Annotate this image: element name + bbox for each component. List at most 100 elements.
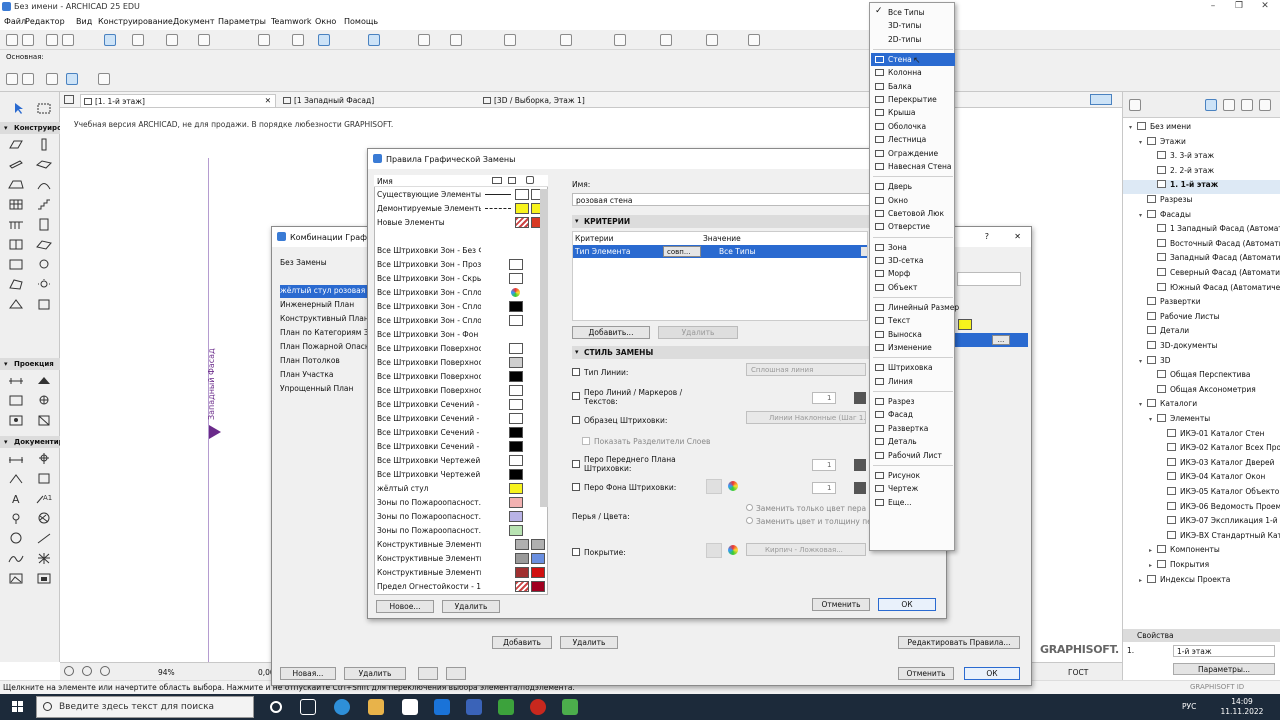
navigator-item[interactable]: Детали: [1123, 326, 1280, 340]
store-icon[interactable]: [402, 699, 418, 715]
label-tool-icon[interactable]: A1: [36, 492, 52, 505]
navigator-item[interactable]: ИКЭ-03 Каталог Дверей: [1123, 457, 1280, 472]
properties-value-field[interactable]: 1-й этаж: [1173, 645, 1275, 657]
rule-item[interactable]: [375, 230, 547, 244]
combination-item[interactable]: Упрощенный План: [280, 383, 370, 396]
menu-item[interactable]: Текст: [871, 314, 955, 327]
new-rule-button[interactable]: Новое...: [376, 600, 434, 613]
input-language[interactable]: РУС: [1182, 702, 1196, 711]
menu-item[interactable]: Навесная Стена: [871, 160, 955, 173]
new-combination-button[interactable]: Новая...: [280, 667, 336, 680]
fg-pen-checkbox[interactable]: [572, 460, 580, 468]
surface-checkbox[interactable]: [572, 548, 580, 556]
export-combination-icon[interactable]: [446, 667, 466, 680]
menu-window[interactable]: Окно: [315, 17, 336, 26]
column-tool-icon[interactable]: [36, 138, 52, 151]
combination-item[interactable]: План Участка: [280, 369, 370, 382]
project-map-icon[interactable]: [1205, 99, 1217, 111]
menu-item[interactable]: Объект: [871, 281, 955, 294]
navigator-item[interactable]: Общая Аксонометрия: [1123, 384, 1280, 399]
layout-book-icon[interactable]: [1241, 99, 1253, 111]
bg-pen-field[interactable]: 1: [812, 482, 836, 494]
criteria-operator-dropdown[interactable]: совп...: [663, 246, 701, 257]
rule-item[interactable]: Зоны по Пожароопасност...: [375, 510, 547, 524]
combo-rule-row[interactable]: ...: [948, 333, 1028, 347]
combination-item[interactable]: Без Замены: [280, 257, 370, 270]
menu-design[interactable]: Конструирование: [98, 17, 173, 26]
menu-item[interactable]: Деталь: [871, 435, 955, 448]
delete-combination-button[interactable]: Удалить: [344, 667, 406, 680]
menu-item[interactable]: Чертеж: [871, 482, 955, 495]
combination-item[interactable]: План Потолков: [280, 355, 370, 368]
menu-options[interactable]: Параметры: [218, 17, 266, 26]
rule-item[interactable]: Все Штриховки Зон - Без Ф...: [375, 244, 547, 258]
undo-zoom-icon[interactable]: [64, 666, 74, 676]
menu-teamwork[interactable]: Teamwork: [271, 17, 312, 26]
menu-item[interactable]: Морф: [871, 267, 955, 280]
criteria-row[interactable]: Тип Элемента совп... Все Типы: [573, 245, 867, 258]
navigator-item[interactable]: 2. 2-й этаж: [1123, 165, 1280, 180]
grid-snap-icon[interactable]: [198, 34, 210, 46]
pick-up-icon[interactable]: [46, 34, 58, 46]
navigator-item[interactable]: ▸ Компоненты: [1123, 545, 1280, 559]
combinations-close-button[interactable]: ✕: [1014, 232, 1021, 241]
zone-tool-icon[interactable]: [8, 278, 24, 291]
menu-item[interactable]: 3D-сетка: [871, 254, 955, 267]
navigator-item[interactable]: ИКЭ-05 Каталог Объектов: [1123, 487, 1280, 501]
section-documentation[interactable]: ▾ Документир: [0, 436, 64, 448]
view-menu-icon[interactable]: [1090, 94, 1112, 105]
menu-item[interactable]: Перекрытие: [871, 93, 955, 106]
navigator-item[interactable]: ИКЭ-ВХ Стандартный Каталог: [1123, 530, 1280, 545]
bg-pen-mode-icon[interactable]: [706, 479, 722, 494]
lock-icon[interactable]: [292, 34, 304, 46]
pen-lines-checkbox[interactable]: [572, 392, 580, 400]
zoom-out-icon[interactable]: [100, 666, 110, 676]
combinations-ok-button[interactable]: ОК: [964, 667, 1020, 680]
drawing-tool-icon[interactable]: [36, 572, 52, 585]
navigator-item[interactable]: ▸ Индексы Проекта: [1123, 574, 1280, 589]
zone-stamp-icon[interactable]: [8, 512, 24, 525]
bg-pen-checkbox[interactable]: [572, 483, 580, 491]
twisty-icon[interactable]: ▸: [1149, 562, 1157, 569]
navigator-item[interactable]: ▾ Этажи: [1123, 136, 1280, 151]
rule-item[interactable]: Все Штриховки Поверхност...: [375, 370, 547, 384]
rule-item[interactable]: Зоны по Пожароопасност...: [375, 524, 547, 538]
elevation-tool-icon[interactable]: [36, 374, 52, 387]
rule-item[interactable]: Все Штриховки Зон - Спло...: [375, 300, 547, 314]
rule-item[interactable]: Конструктивные Элементы ...: [375, 552, 547, 566]
twisty-icon[interactable]: ▸: [1149, 547, 1157, 554]
rule-item[interactable]: Все Штриховки Чертежей - ...: [375, 468, 547, 482]
rule-item[interactable]: Все Штриховки Зон - Спло...: [375, 314, 547, 328]
replace-color-thickness-radio[interactable]: [746, 517, 753, 524]
task-view-icon[interactable]: [300, 699, 316, 715]
level-dimension-icon[interactable]: [36, 452, 52, 465]
rule-item[interactable]: Все Штриховки Поверхност...: [375, 342, 547, 356]
rule-item[interactable]: Все Штриховки Зон - Проз...: [375, 258, 547, 272]
spline-tool-icon[interactable]: [8, 552, 24, 565]
object-tool-icon[interactable]: [36, 258, 52, 271]
menu-item[interactable]: Выноска: [871, 328, 955, 341]
hatch-pattern-checkbox[interactable]: [572, 416, 580, 424]
hotspot-tool-icon[interactable]: [36, 552, 52, 565]
selection-mode-icon[interactable]: [6, 73, 18, 85]
rule-item[interactable]: Все Штриховки Сечений - ...: [375, 412, 547, 426]
menu-view[interactable]: Вид: [76, 17, 92, 26]
navigator-item[interactable]: ▾ Каталоги: [1123, 399, 1280, 413]
shell-tool-icon[interactable]: [36, 178, 52, 191]
line-type-checkbox[interactable]: [572, 368, 580, 376]
section-design[interactable]: ▾ Конструиров: [0, 122, 66, 134]
radial-dimension-icon[interactable]: [8, 472, 24, 485]
navigator-item[interactable]: ИКЭ-06 Ведомость Проемов: [1123, 501, 1280, 516]
circle-tool-icon[interactable]: [8, 532, 24, 545]
undo-icon[interactable]: [6, 34, 18, 46]
navigator-item[interactable]: ▾ Без имени: [1123, 122, 1280, 136]
menu-item[interactable]: Отверстие: [871, 220, 955, 233]
snap-guides-icon[interactable]: [132, 34, 144, 46]
navigator-item[interactable]: ▾ Фасады: [1123, 209, 1280, 224]
navigator-item[interactable]: 1 Западный Фасад (Автоматически: [1123, 224, 1280, 238]
combination-item[interactable]: План Пожарной Опасности: [280, 341, 370, 354]
combo-rule-edit-button[interactable]: ...: [992, 335, 1010, 345]
navigator-item[interactable]: ИКЭ-07 Экспликация 1-й эт: [1123, 516, 1280, 530]
menu-item[interactable]: Рисунок: [871, 469, 955, 482]
minimize-button[interactable]: –: [1206, 1, 1220, 13]
